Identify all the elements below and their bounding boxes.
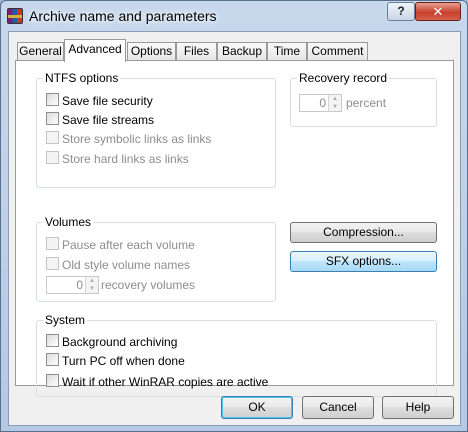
- spinner-value: 0: [319, 96, 326, 110]
- volumes-title: Volumes: [43, 215, 94, 229]
- background-archiving-checkbox[interactable]: Background archiving: [46, 334, 177, 350]
- checkbox-box[interactable]: [46, 151, 59, 165]
- compression-button[interactable]: Compression...: [290, 222, 437, 243]
- recovery-volumes-spinner[interactable]: 0 ▲ ▼: [46, 276, 99, 294]
- tab-options[interactable]: Options: [127, 42, 176, 61]
- sfx-options-button[interactable]: SFX options...: [290, 251, 437, 272]
- spinner-arrows[interactable]: ▲ ▼: [85, 277, 98, 293]
- checkbox-box[interactable]: [46, 257, 59, 271]
- tab-general[interactable]: General: [17, 42, 64, 61]
- checkbox-label: Wait if other WinRAR copies are active: [62, 374, 269, 389]
- spin-up-icon[interactable]: ▲: [86, 277, 98, 285]
- checkbox-label: Save file security: [62, 93, 153, 108]
- checkbox-label: Turn PC off when done: [62, 353, 185, 368]
- dialog-client-area: General Advanced Options Files Backup Ti…: [8, 31, 461, 426]
- recovery-percent-spinner[interactable]: 0 ▲ ▼: [299, 94, 342, 112]
- recovery-volumes-label: recovery volumes: [101, 278, 196, 292]
- checkbox-label: Store hard links as links: [62, 151, 189, 166]
- volumes-group: Volumes Pause after each volume Old styl…: [36, 215, 276, 302]
- checkbox-box[interactable]: [46, 112, 59, 126]
- checkbox-box[interactable]: [46, 353, 59, 367]
- wait-other-copies-checkbox[interactable]: Wait if other WinRAR copies are active: [46, 374, 268, 390]
- ntfs-options-title: NTFS options: [43, 71, 121, 85]
- advanced-tab-panel: NTFS options Save file security Save fil…: [15, 60, 454, 397]
- store-symbolic-links-checkbox[interactable]: Store symbolic links as links: [46, 131, 211, 147]
- spinner-value: 0: [76, 278, 83, 292]
- store-hard-links-checkbox[interactable]: Store hard links as links: [46, 151, 189, 167]
- ntfs-options-group: NTFS options Save file security Save fil…: [36, 71, 276, 188]
- save-file-security-checkbox[interactable]: Save file security: [46, 93, 153, 109]
- checkbox-label: Pause after each volume: [62, 237, 195, 252]
- spin-up-icon[interactable]: ▲: [329, 95, 341, 103]
- checkbox-box[interactable]: [46, 237, 59, 251]
- checkbox-label: Old style volume names: [62, 257, 191, 272]
- tab-backup[interactable]: Backup: [217, 42, 267, 61]
- spin-down-icon[interactable]: ▼: [329, 103, 341, 111]
- checkbox-label: Background archiving: [62, 334, 178, 349]
- tab-advanced[interactable]: Advanced: [64, 39, 126, 62]
- system-title: System: [43, 313, 88, 327]
- spin-down-icon[interactable]: ▼: [86, 285, 98, 293]
- title-help-button[interactable]: ?: [387, 2, 415, 21]
- checkbox-box[interactable]: [46, 374, 59, 388]
- window-title: Archive name and parameters: [29, 8, 217, 24]
- checkbox-label: Store symbolic links as links: [62, 131, 212, 146]
- pause-after-volume-checkbox[interactable]: Pause after each volume: [46, 237, 195, 253]
- recovery-record-group: Recovery record 0 ▲ ▼ percent: [290, 71, 437, 127]
- ok-button[interactable]: OK: [221, 396, 293, 419]
- recovery-percent-label: percent: [346, 96, 387, 110]
- recovery-record-title: Recovery record: [297, 71, 390, 85]
- spinner-arrows[interactable]: ▲ ▼: [328, 95, 341, 111]
- system-group: System Background archiving Turn PC off …: [36, 313, 437, 397]
- tab-comment[interactable]: Comment: [307, 42, 368, 61]
- old-style-volume-names-checkbox[interactable]: Old style volume names: [46, 257, 190, 273]
- checkbox-box[interactable]: [46, 334, 59, 348]
- checkbox-box[interactable]: [46, 93, 59, 107]
- tab-files[interactable]: Files: [176, 42, 217, 61]
- winrar-app-icon: [7, 8, 23, 24]
- help-button[interactable]: Help: [382, 396, 454, 419]
- close-button[interactable]: ✕: [415, 2, 461, 21]
- save-file-streams-checkbox[interactable]: Save file streams: [46, 112, 154, 128]
- tab-time[interactable]: Time: [267, 42, 307, 61]
- checkbox-box[interactable]: [46, 131, 59, 145]
- title-bar[interactable]: Archive name and parameters ? ✕: [1, 1, 467, 31]
- turn-pc-off-checkbox[interactable]: Turn PC off when done: [46, 353, 185, 369]
- cancel-button[interactable]: Cancel: [302, 396, 374, 419]
- checkbox-label: Save file streams: [62, 112, 155, 127]
- dialog-window: Archive name and parameters ? ✕ General …: [0, 0, 468, 432]
